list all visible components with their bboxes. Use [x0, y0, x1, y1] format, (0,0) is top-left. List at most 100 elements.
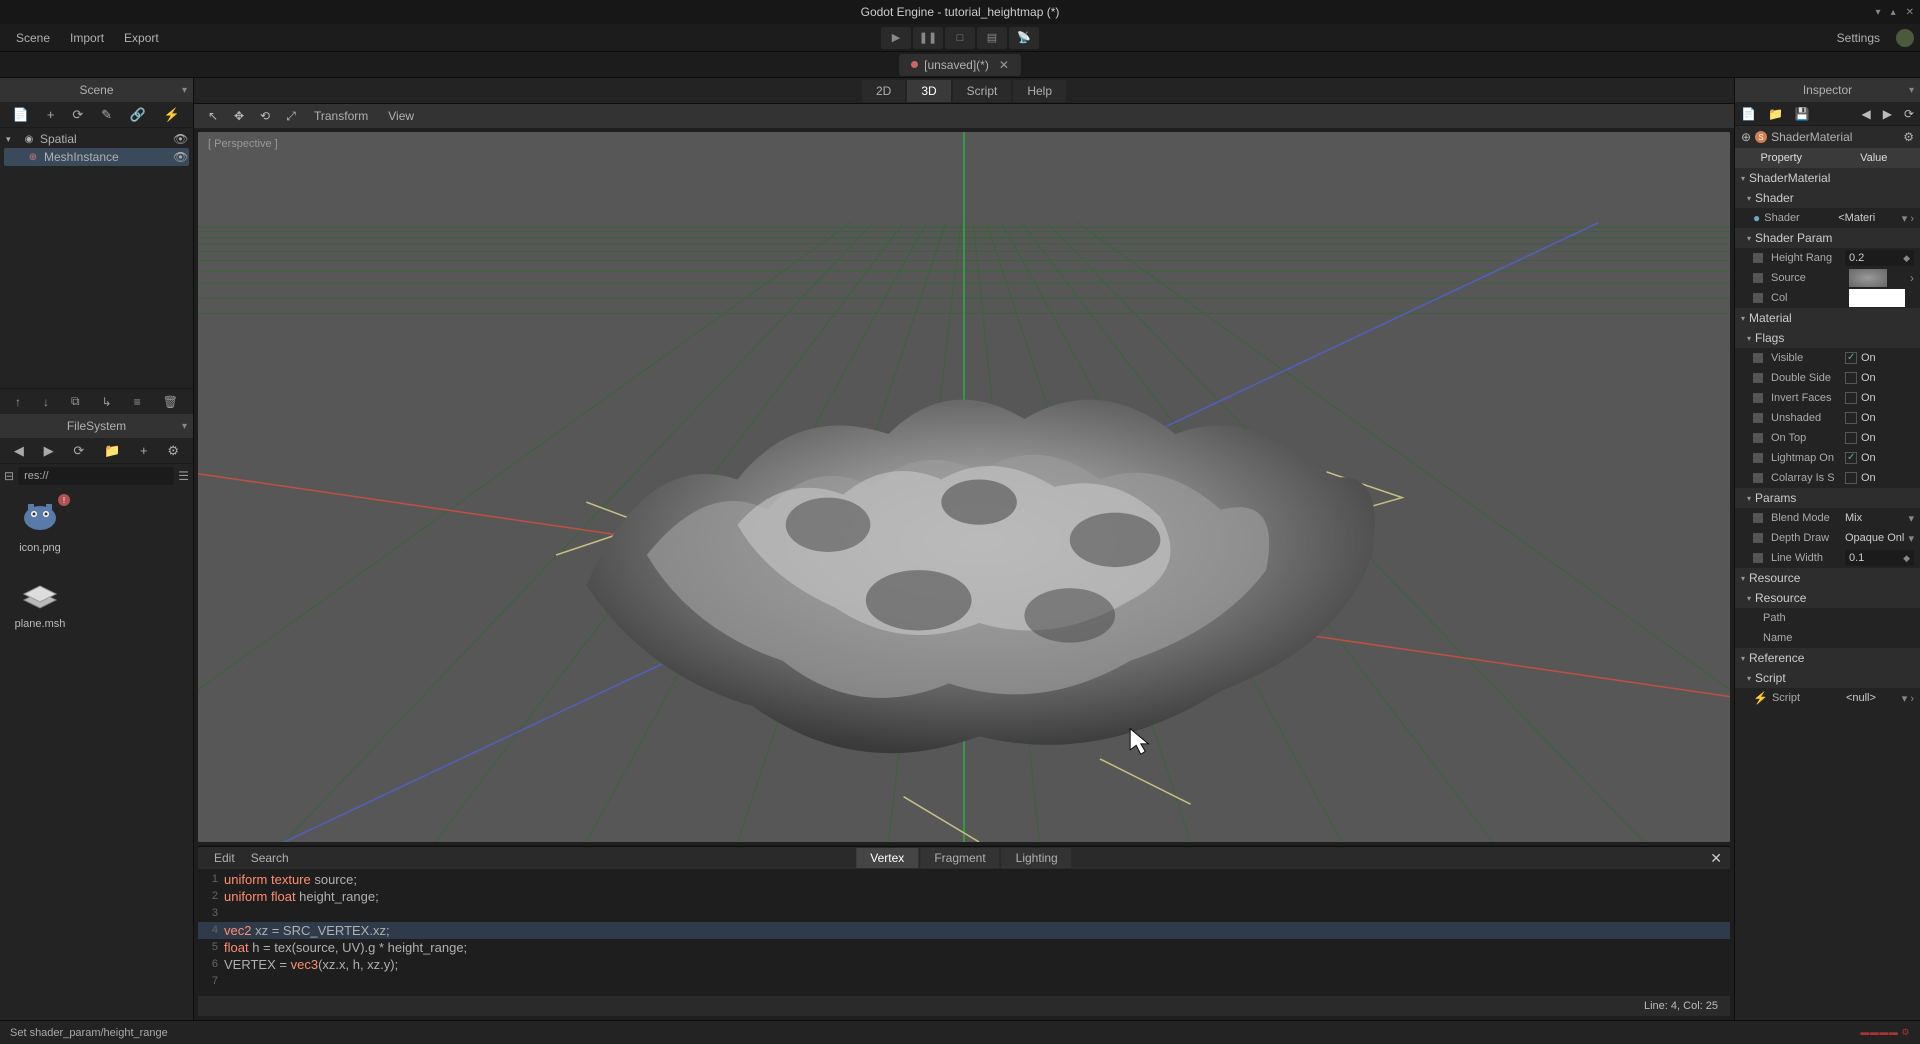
- row-path[interactable]: Path: [1735, 608, 1920, 628]
- play-scene-button[interactable]: ▤: [977, 27, 1007, 49]
- shader-tab-lighting[interactable]: Lighting: [1002, 848, 1072, 868]
- shader-search-menu[interactable]: Search: [243, 851, 297, 865]
- row-name[interactable]: Name: [1735, 628, 1920, 648]
- section-material[interactable]: Material: [1735, 308, 1920, 328]
- gear-icon[interactable]: ⚙: [167, 443, 179, 459]
- tab-3d[interactable]: 3D: [907, 80, 950, 102]
- section-flags[interactable]: Flags: [1735, 328, 1920, 348]
- chevron-down-icon[interactable]: ▾: [182, 85, 187, 96]
- row-flag[interactable]: Lightmap OnOn: [1735, 448, 1920, 468]
- checkbox-icon[interactable]: [1845, 392, 1857, 404]
- checkbox-icon[interactable]: [1845, 472, 1857, 484]
- history-forward-icon[interactable]: ▶: [1883, 107, 1892, 121]
- folder-icon[interactable]: 📁: [104, 443, 120, 459]
- close-shader-editor-icon[interactable]: ✕: [1710, 850, 1722, 867]
- tree-node-spatial[interactable]: ▾ ◉ Spatial 👁: [4, 130, 189, 148]
- menu-export[interactable]: Export: [114, 27, 169, 49]
- shader-edit-menu[interactable]: Edit: [206, 851, 243, 865]
- dropdown-arrow-icon[interactable]: ▾ ›: [1898, 692, 1914, 705]
- row-flag[interactable]: Invert FacesOn: [1735, 388, 1920, 408]
- shader-code-area[interactable]: 1uniform texture source;2uniform float h…: [198, 869, 1730, 996]
- gear-icon[interactable]: ⚙: [1903, 130, 1914, 144]
- history-back-icon[interactable]: ◀: [1861, 107, 1870, 121]
- row-flag[interactable]: UnshadedOn: [1735, 408, 1920, 428]
- checkbox-icon[interactable]: [1845, 372, 1857, 384]
- shader-tab-fragment[interactable]: Fragment: [920, 848, 999, 868]
- section-params[interactable]: Params: [1735, 488, 1920, 508]
- viewport-3d[interactable]: [ Perspective ]: [198, 132, 1730, 842]
- script-icon-toolbar[interactable]: ⚡: [164, 107, 180, 123]
- tab-script[interactable]: Script: [953, 80, 1012, 102]
- expand-arrow-icon[interactable]: ▾: [6, 134, 18, 145]
- code-line[interactable]: 5float h = tex(source, UV).g * height_ra…: [198, 939, 1730, 956]
- maximize-icon[interactable]: ▴: [1891, 7, 1896, 18]
- section-shadermaterial[interactable]: ShaderMaterial: [1735, 168, 1920, 188]
- settings-button[interactable]: Settings: [1827, 27, 1890, 49]
- forward-icon[interactable]: ▶: [44, 443, 54, 459]
- chevron-right-icon[interactable]: ›: [1906, 271, 1914, 285]
- checkbox-icon[interactable]: [1845, 452, 1857, 464]
- move-up-icon[interactable]: ↑: [15, 395, 21, 409]
- stop-button[interactable]: □: [945, 27, 975, 49]
- delete-icon[interactable]: 🗑: [163, 395, 178, 409]
- row-line-width[interactable]: Line Width 0.1◆: [1735, 548, 1920, 568]
- list-view-icon[interactable]: ☰: [178, 469, 189, 483]
- row-flag[interactable]: VisibleOn: [1735, 348, 1920, 368]
- row-flag[interactable]: Double SideOn: [1735, 368, 1920, 388]
- dropdown-arrow-icon[interactable]: ▾: [1904, 532, 1914, 545]
- multi-edit-icon[interactable]: ≡: [134, 395, 141, 409]
- view-menu[interactable]: View: [378, 109, 424, 123]
- save-resource-icon[interactable]: 💾: [1795, 107, 1810, 121]
- row-flag[interactable]: Colarray Is SOn: [1735, 468, 1920, 488]
- move-tool-icon[interactable]: ✥: [226, 106, 252, 126]
- chevron-down-icon[interactable]: ▾: [182, 421, 187, 432]
- menu-scene[interactable]: Scene: [6, 27, 60, 49]
- spinner-icon[interactable]: ◆: [1903, 253, 1910, 264]
- row-col[interactable]: Col: [1735, 288, 1920, 308]
- scene-panel-header[interactable]: Scene ▾: [0, 78, 193, 102]
- new-node-icon[interactable]: 📄: [13, 107, 29, 123]
- remote-debug-icon[interactable]: 📡: [1009, 27, 1039, 49]
- row-height-range[interactable]: Height Rang 0.2◆: [1735, 248, 1920, 268]
- dropdown-arrow-icon[interactable]: ▾: [1904, 512, 1914, 525]
- row-blend-mode[interactable]: Blend Mode Mix▾: [1735, 508, 1920, 528]
- connect-icon[interactable]: 🔗: [130, 107, 146, 123]
- inspector-body[interactable]: ShaderMaterial Shader ● Shader <Materi▾ …: [1735, 168, 1920, 1020]
- chevron-down-icon[interactable]: ▾: [1909, 85, 1914, 96]
- row-flag[interactable]: On TopOn: [1735, 428, 1920, 448]
- filesystem-panel-header[interactable]: FileSystem ▾: [0, 414, 193, 438]
- move-down-icon[interactable]: ↓: [43, 395, 49, 409]
- section-reference[interactable]: Reference: [1735, 648, 1920, 668]
- row-shader[interactable]: ● Shader <Materi▾ ›: [1735, 208, 1920, 228]
- refresh-icon[interactable]: ⟳: [73, 443, 84, 459]
- texture-preview-icon[interactable]: [1849, 269, 1887, 287]
- color-swatch[interactable]: [1849, 289, 1905, 307]
- row-source[interactable]: Source ›: [1735, 268, 1920, 288]
- rotate-tool-icon[interactable]: ⟲: [252, 106, 278, 126]
- code-line[interactable]: 4vec2 xz = SRC_VERTEX.xz;: [198, 922, 1730, 939]
- visibility-icon[interactable]: 👁: [173, 150, 187, 164]
- spinner-icon[interactable]: ◆: [1903, 553, 1910, 564]
- tab-2d[interactable]: 2D: [862, 80, 905, 102]
- checkbox-icon[interactable]: [1845, 412, 1857, 424]
- code-line[interactable]: 2uniform float height_range;: [198, 888, 1730, 905]
- path-field[interactable]: res://: [18, 467, 174, 485]
- scene-tree[interactable]: ▾ ◉ Spatial 👁 ⊕ MeshInstance 👁: [0, 128, 193, 388]
- new-folder-icon[interactable]: +: [140, 443, 148, 458]
- history-refresh-icon[interactable]: ⟳: [1904, 107, 1914, 121]
- menu-import[interactable]: Import: [60, 27, 114, 49]
- row-script[interactable]: ⚡ Script <null>▾ ›: [1735, 688, 1920, 708]
- tab-help[interactable]: Help: [1013, 80, 1066, 102]
- code-line[interactable]: 3: [198, 905, 1730, 922]
- play-button[interactable]: ▶: [881, 27, 911, 49]
- pause-button[interactable]: ❚❚: [913, 27, 943, 49]
- duplicate-icon[interactable]: ⧉: [71, 394, 80, 409]
- section-resource-sub[interactable]: Resource: [1735, 588, 1920, 608]
- close-icon[interactable]: ✕: [1906, 7, 1914, 18]
- scene-tab[interactable]: [unsaved](*) ✕: [899, 54, 1021, 76]
- code-line[interactable]: 1uniform texture source;: [198, 871, 1730, 888]
- code-line[interactable]: 7: [198, 973, 1730, 990]
- new-resource-icon[interactable]: 📄: [1741, 107, 1756, 121]
- section-resource[interactable]: Resource: [1735, 568, 1920, 588]
- file-item[interactable]: ! icon.png: [8, 496, 72, 554]
